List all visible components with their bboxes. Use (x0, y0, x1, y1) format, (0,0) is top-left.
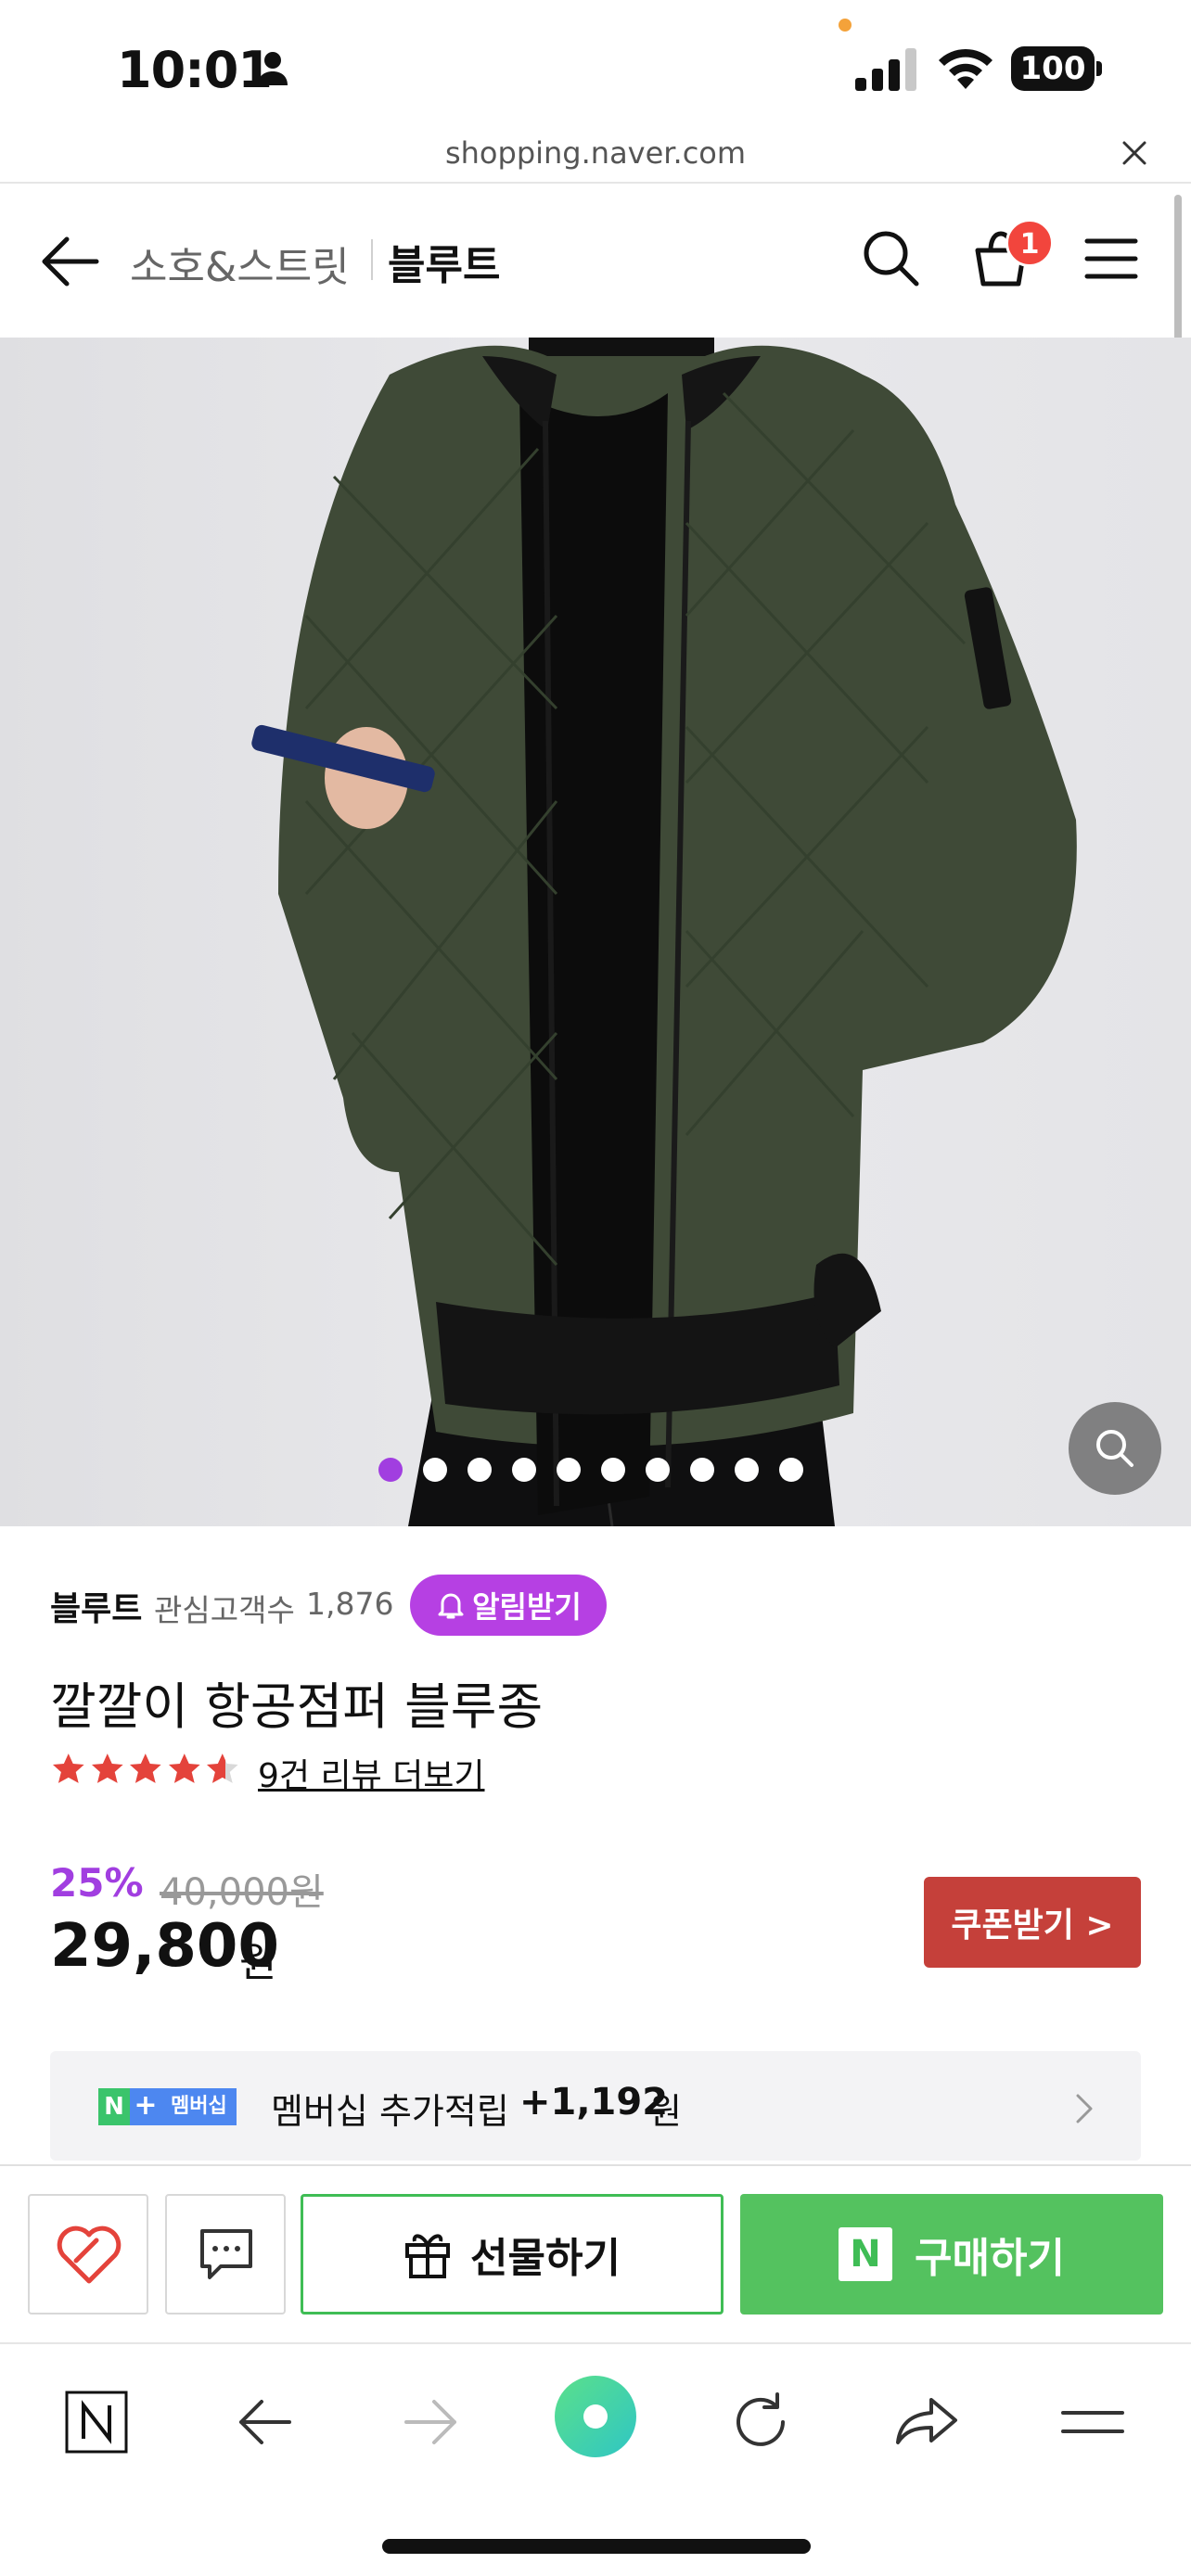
product-title: 깔깔이 항공점퍼 블루종 (50, 1677, 544, 1736)
url-domain[interactable]: shopping.naver.com (0, 135, 1191, 171)
buy-label: 구매하기 (915, 2235, 1065, 2282)
coupon-button[interactable]: 쿠폰받기 > (924, 1877, 1141, 1968)
naver-home-icon[interactable] (59, 2385, 134, 2459)
browser-forward-icon[interactable] (393, 2385, 467, 2459)
pagination-dot[interactable] (467, 1458, 492, 1482)
pagination-dot[interactable] (690, 1458, 714, 1482)
status-time: 10:01 (117, 41, 273, 99)
naver-n-icon: N (839, 2227, 893, 2281)
followers-label: 관심고객수 (154, 1592, 295, 1628)
pagination-dot[interactable] (423, 1458, 447, 1482)
buy-button[interactable]: N 구매하기 (740, 2194, 1163, 2315)
gift-button[interactable]: 선물하기 (301, 2194, 724, 2315)
product-photo (251, 338, 1077, 1526)
alarm-label: 알림받기 (472, 1589, 582, 1625)
pagination-dot[interactable] (735, 1458, 759, 1482)
search-icon[interactable] (861, 228, 920, 287)
star-half-icon (207, 1753, 238, 1783)
discount-rate: 25% (50, 1860, 144, 1906)
badge-plus: + (130, 2088, 161, 2125)
followers-count: 1,876 (306, 1586, 394, 1622)
pagination-dot[interactable] (646, 1458, 670, 1482)
signal-icon (855, 48, 916, 91)
product-image[interactable] (0, 338, 1191, 1526)
pagination-dot[interactable] (601, 1458, 625, 1482)
battery-indicator: 100 (1011, 46, 1104, 91)
membership-amount: +1,192 (519, 2081, 669, 2123)
membership-badge: N + 멤버십 (98, 2088, 237, 2125)
image-pagination[interactable] (378, 1458, 803, 1486)
browser-menu-icon[interactable] (1056, 2385, 1130, 2459)
pagination-dot[interactable] (378, 1458, 403, 1482)
cart-count-badge: 1 (1005, 219, 1054, 267)
badge-n: N (98, 2088, 130, 2125)
badge-text: 멤버십 (161, 2088, 237, 2125)
close-icon[interactable] (1121, 139, 1148, 167)
reload-icon[interactable] (724, 2385, 798, 2459)
url-bar[interactable]: shopping.naver.com (0, 130, 1191, 184)
zoom-icon (1096, 1430, 1133, 1467)
pagination-dot[interactable] (512, 1458, 536, 1482)
store-name[interactable]: 블루트 (50, 1582, 142, 1630)
membership-label: 멤버십 추가적립 (271, 2091, 509, 2132)
price-unit: 원 (239, 1939, 277, 1986)
wifi-icon (939, 48, 992, 89)
original-price: 40,000원 (160, 1871, 324, 1914)
store-header: 소호&스트릿 블루트 1 (0, 185, 1191, 336)
chevron-right-icon (1076, 2094, 1093, 2123)
rating-stars (50, 1751, 241, 1788)
privacy-indicator (839, 19, 852, 32)
pagination-dot[interactable] (779, 1458, 803, 1482)
bell-icon (438, 1593, 464, 1619)
breadcrumb-store[interactable]: 블루트 (388, 232, 500, 291)
membership-banner[interactable]: N + 멤버십 멤버십 추가적립 +1,192 원 (50, 2051, 1141, 2161)
gift-icon (405, 2234, 451, 2278)
menu-icon[interactable] (1083, 236, 1139, 282)
star-icon (130, 1753, 161, 1783)
back-arrow-icon[interactable] (41, 232, 100, 291)
star-icon (52, 1753, 84, 1783)
breadcrumb-divider (371, 239, 373, 280)
breadcrumb-category[interactable]: 소호&스트릿 (130, 234, 350, 293)
heart-icon (57, 2225, 122, 2284)
status-bar: 10:01 100 (0, 0, 1191, 139)
favorite-button[interactable] (28, 2194, 148, 2315)
zoom-button[interactable] (1069, 1402, 1161, 1495)
star-icon (91, 1753, 123, 1783)
coupon-label: 쿠폰받기 > (951, 1906, 1114, 1945)
review-link[interactable]: 9건 리뷰 더보기 (258, 1749, 485, 1797)
gift-label: 선물하기 (470, 2235, 621, 2282)
chat-icon (200, 2229, 252, 2279)
membership-unit: 원 (649, 2091, 682, 2132)
alarm-button[interactable]: 알림받기 (410, 1575, 607, 1636)
browser-back-icon[interactable] (228, 2385, 302, 2459)
person-icon (258, 52, 288, 85)
chat-button[interactable] (165, 2194, 286, 2315)
pagination-dot[interactable] (557, 1458, 581, 1482)
purchase-action-bar: 선물하기 N 구매하기 (0, 2164, 1191, 2342)
star-icon (168, 1753, 200, 1783)
battery-level: 100 (1011, 46, 1095, 91)
share-icon[interactable] (890, 2385, 965, 2459)
home-indicator[interactable] (382, 2539, 811, 2554)
green-dot-icon[interactable] (553, 2374, 638, 2459)
